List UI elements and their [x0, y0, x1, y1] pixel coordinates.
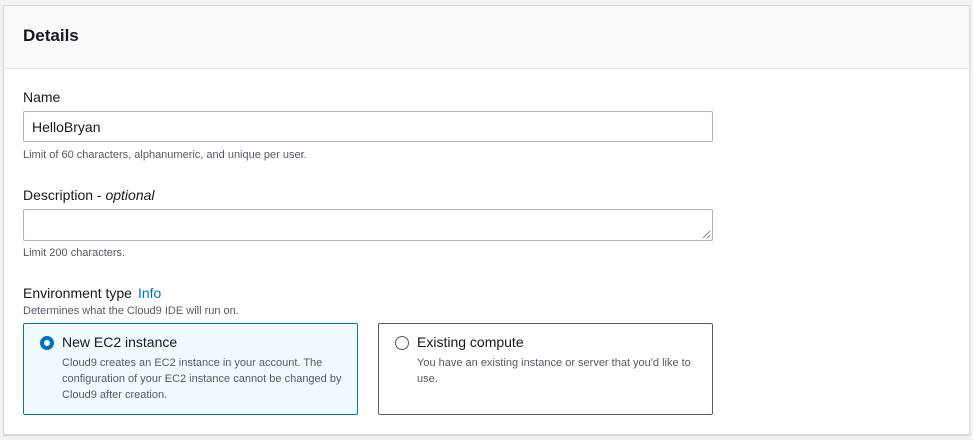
name-input[interactable]	[23, 111, 713, 142]
resize-grip-icon[interactable]	[703, 231, 710, 238]
tile-title: New EC2 instance	[62, 334, 178, 350]
tile-existing-compute[interactable]: Existing compute You have an existing in…	[378, 323, 713, 415]
environment-type-label: Environment type	[23, 285, 132, 301]
description-label: Description - optional	[23, 187, 155, 203]
environment-type-label-row: Environment type Info	[23, 285, 161, 301]
panel-title: Details	[23, 26, 79, 45]
environment-type-hint: Determines what the Cloud9 IDE will run …	[23, 305, 239, 317]
tile-description: You have an existing instance or server …	[417, 357, 691, 385]
name-label: Name	[23, 89, 61, 105]
tile-description: Cloud9 creates an EC2 instance in your a…	[62, 357, 342, 401]
description-label-text: Description -	[23, 187, 106, 203]
info-link[interactable]: Info	[138, 285, 161, 301]
radio-unselected-icon[interactable]	[395, 336, 409, 350]
details-panel: Details Name Limit of 60 characters, alp…	[3, 5, 970, 435]
panel-header: Details	[4, 6, 969, 69]
radio-selected-icon[interactable]	[40, 336, 54, 350]
tile-new-ec2-instance[interactable]: New EC2 instance Cloud9 creates an EC2 i…	[23, 323, 358, 415]
description-textarea[interactable]	[23, 209, 713, 241]
description-hint: Limit 200 characters.	[23, 247, 126, 259]
tile-title: Existing compute	[417, 334, 524, 350]
name-hint: Limit of 60 characters, alphanumeric, an…	[23, 149, 307, 161]
optional-label: optional	[105, 187, 155, 203]
